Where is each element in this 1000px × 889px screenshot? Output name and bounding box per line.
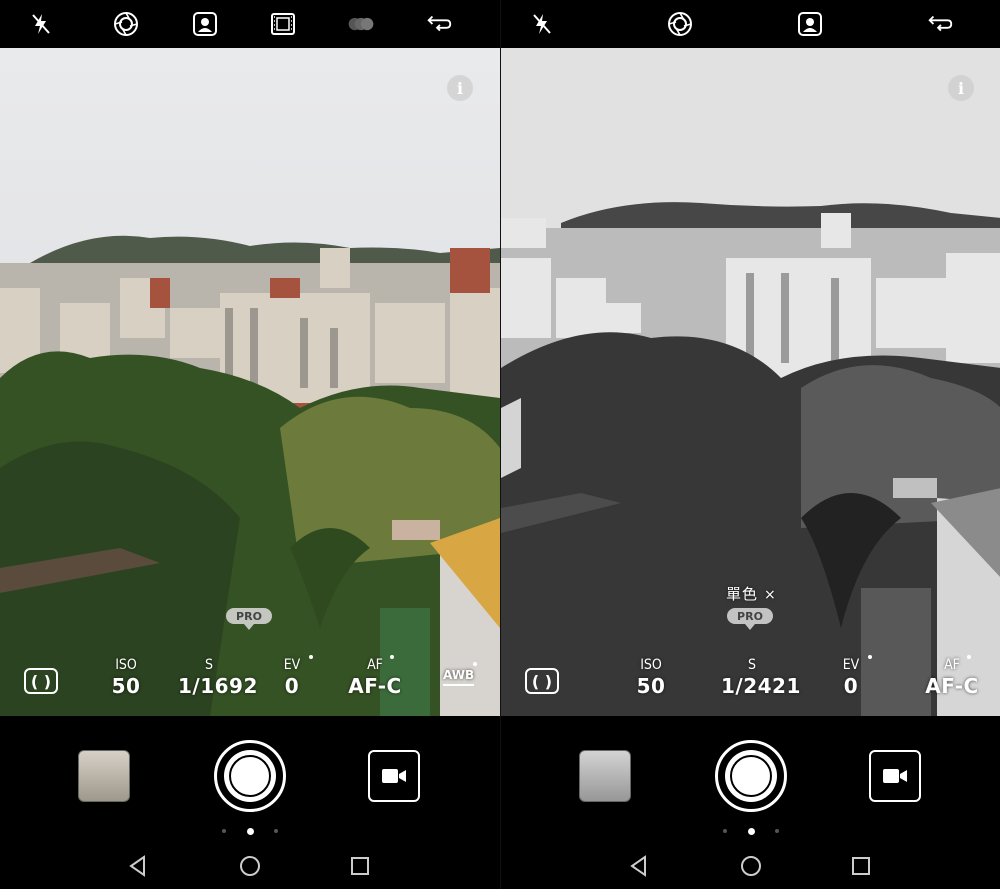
shutter-speed-label: S — [748, 657, 756, 673]
flash-off-icon[interactable] — [527, 10, 557, 38]
af-indicator-dot — [967, 655, 971, 659]
film-icon[interactable] — [268, 10, 298, 38]
mode-pager — [723, 826, 779, 836]
ev-indicator-dot — [309, 655, 313, 659]
recents-icon[interactable] — [847, 852, 875, 880]
iso-control[interactable]: ISO 50 — [633, 656, 669, 698]
filter-circles-icon[interactable] — [346, 10, 376, 38]
video-camera-icon — [883, 769, 907, 783]
recents-icon[interactable] — [346, 852, 374, 880]
metering-label: ( ) — [30, 671, 52, 691]
aperture-icon[interactable] — [111, 10, 141, 38]
info-button[interactable]: i — [447, 75, 473, 101]
awb-label: AWB — [443, 668, 475, 682]
video-mode-button[interactable] — [869, 750, 921, 802]
af-control[interactable]: AF AF-C — [921, 655, 983, 698]
shutter-button[interactable] — [715, 740, 787, 812]
switch-camera-icon[interactable] — [424, 10, 454, 38]
aperture-icon[interactable] — [665, 10, 695, 38]
filter-name-label[interactable]: 單色 × — [726, 583, 777, 604]
shutter-speed-control[interactable]: S 1/2421 — [721, 656, 801, 698]
portrait-icon[interactable] — [795, 10, 825, 38]
shutter-speed-value: 1/1692 — [178, 674, 258, 698]
pager-dot-active — [747, 827, 755, 835]
af-control[interactable]: AF AF-C — [344, 655, 406, 698]
pager-dot-active — [246, 827, 254, 835]
pro-mode-badge[interactable]: PRO — [226, 608, 272, 630]
top-toolbar — [501, 0, 1000, 48]
camera-screen-right: i 單色 × PRO ( ) ISO 50 S 1/2421 EV 0 AF A… — [500, 0, 1000, 889]
mode-pager — [222, 826, 278, 836]
pager-dot — [274, 829, 278, 833]
af-value: AF-C — [925, 674, 979, 698]
shutter-button[interactable] — [214, 740, 286, 812]
iso-label: ISO — [640, 657, 662, 673]
ev-control[interactable]: EV 0 — [837, 655, 872, 698]
system-nav-bar — [0, 846, 500, 886]
home-icon[interactable] — [236, 852, 264, 880]
bottom-controls — [0, 716, 500, 889]
flash-off-icon[interactable] — [26, 10, 56, 38]
back-icon[interactable] — [124, 852, 152, 880]
system-nav-bar — [501, 846, 1000, 886]
camera-comparison: i PRO ( ) ISO 50 S 1/1692 EV 0 AF AF-C A… — [0, 0, 1000, 889]
gallery-thumbnail[interactable] — [78, 750, 130, 802]
af-indicator-dot — [390, 655, 394, 659]
af-value: AF-C — [348, 674, 402, 698]
shutter-speed-value: 1/2421 — [721, 674, 801, 698]
shutter-speed-label: S — [205, 657, 213, 673]
metering-mode-button[interactable]: ( ) — [24, 668, 58, 694]
info-button[interactable]: i — [948, 75, 974, 101]
filter-name: 單色 — [726, 585, 759, 603]
ev-value: 0 — [843, 674, 859, 698]
af-label: AF — [944, 657, 960, 673]
bottom-controls — [501, 716, 1000, 889]
back-icon[interactable] — [625, 852, 653, 880]
ev-indicator-dot — [868, 655, 872, 659]
top-toolbar — [0, 0, 500, 48]
switch-camera-icon[interactable] — [925, 10, 955, 38]
iso-value: 50 — [636, 674, 666, 698]
camera-screen-left: i PRO ( ) ISO 50 S 1/1692 EV 0 AF AF-C A… — [0, 0, 500, 889]
gallery-thumbnail[interactable] — [579, 750, 631, 802]
video-camera-icon — [382, 769, 406, 783]
video-mode-button[interactable] — [368, 750, 420, 802]
ev-control[interactable]: EV 0 — [278, 655, 313, 698]
pager-dot — [222, 829, 226, 833]
portrait-icon[interactable] — [190, 10, 220, 38]
af-label: AF — [367, 657, 383, 673]
filter-close-icon[interactable]: × — [764, 587, 777, 603]
home-icon[interactable] — [737, 852, 765, 880]
white-balance-control[interactable]: AWB — [443, 662, 478, 686]
ev-value: 0 — [284, 674, 300, 698]
pager-dot — [723, 829, 727, 833]
metering-label: ( ) — [531, 671, 553, 691]
viewfinder[interactable]: i PRO ( ) ISO 50 S 1/1692 EV 0 AF AF-C A… — [0, 48, 500, 716]
iso-label: ISO — [115, 657, 137, 673]
pro-mode-badge[interactable]: PRO — [727, 608, 773, 630]
shutter-speed-control[interactable]: S 1/1692 — [178, 656, 258, 698]
iso-control[interactable]: ISO 50 — [108, 656, 144, 698]
ev-label: EV — [283, 657, 301, 673]
iso-value: 50 — [111, 674, 141, 698]
viewfinder[interactable]: i 單色 × PRO ( ) ISO 50 S 1/2421 EV 0 AF A… — [501, 48, 1000, 716]
ev-label: EV — [842, 657, 860, 673]
pager-dot — [775, 829, 779, 833]
metering-mode-button[interactable]: ( ) — [525, 668, 559, 694]
